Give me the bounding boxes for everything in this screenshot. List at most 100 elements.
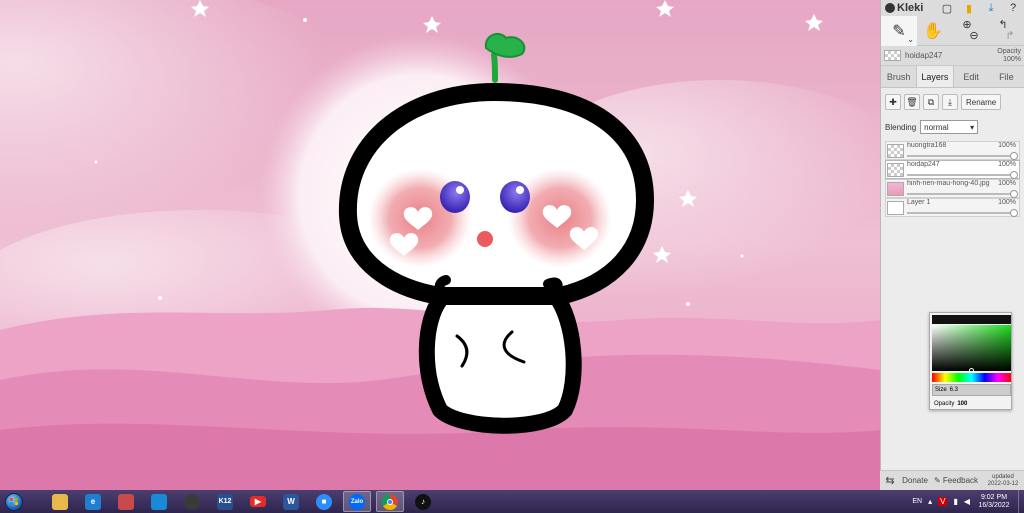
feedback-link[interactable]: ✎ Feedback: [930, 476, 982, 485]
current-layer-info: hoidap247 Opacity 100%: [881, 46, 1024, 66]
merge-layer-button[interactable]: ⤓: [942, 94, 958, 110]
file-icon[interactable]: ▮: [962, 2, 976, 15]
primary-color-swatch[interactable]: [932, 315, 1011, 324]
current-layer-name: hoidap247: [905, 51, 943, 60]
zoom-out-icon[interactable]: ⊖: [969, 30, 978, 42]
duplicate-icon: ⧉: [927, 96, 935, 107]
taskbar-app-file-explorer[interactable]: [46, 491, 74, 512]
taskbar-app-windows-store[interactable]: [145, 491, 173, 512]
layer-row[interactable]: hinh-nen-mau-hong-40.jpg 100%: [885, 179, 1020, 198]
updated-label: updated: [992, 473, 1014, 480]
layer-opacity-slider[interactable]: [907, 174, 1015, 176]
internet-explorer-icon: e: [85, 493, 101, 510]
brush-size-slider[interactable]: Size 6.3: [932, 384, 1011, 396]
chevron-down-icon[interactable]: ⌄: [907, 35, 914, 44]
youtube-icon: ▶: [250, 496, 266, 507]
tiktok-icon: ♪: [415, 493, 431, 510]
slider-knob[interactable]: [1010, 190, 1018, 198]
taskbar-app-zoom[interactable]: ■: [310, 491, 338, 512]
tab-brush[interactable]: Brush: [881, 66, 916, 87]
blending-value: normal: [924, 122, 949, 132]
panel-tabs: Brush Layers Edit File: [881, 66, 1024, 88]
start-button[interactable]: [2, 490, 26, 513]
tab-file[interactable]: File: [989, 66, 1024, 87]
volume-icon[interactable]: ◀: [964, 497, 970, 506]
hue-slider[interactable]: [932, 373, 1011, 382]
layer-opacity: 100%: [998, 161, 1016, 168]
tab-edit[interactable]: Edit: [954, 66, 989, 87]
zalo-icon: Zalo: [349, 493, 365, 510]
brush-opacity-value: 100: [957, 401, 968, 407]
sprout-stem: [491, 52, 498, 83]
taskbar-app-word[interactable]: W: [277, 491, 305, 512]
layer-opacity-slider[interactable]: [907, 212, 1015, 214]
taskbar-app-zalo[interactable]: Zalo: [343, 491, 371, 512]
layer-row[interactable]: huongtra168 100%: [885, 141, 1020, 160]
slider-knob[interactable]: [1010, 152, 1018, 160]
layers-panel: ✚ 🗑 ⧉ ⤓ Rename Blending normal ▾ huongtr…: [881, 88, 1024, 496]
taskbar-app-internet-explorer[interactable]: e: [79, 491, 107, 512]
brush-opacity-slider[interactable]: Opacity 100: [932, 399, 1011, 409]
undo-redo-controls: ↰ ↱: [985, 16, 1021, 46]
opacity-label: Opacity: [997, 47, 1021, 55]
duplicate-layer-button[interactable]: ⧉: [923, 94, 939, 110]
chevron-up-icon[interactable]: ▴: [928, 497, 932, 506]
edit-icon: ✎: [933, 476, 941, 485]
layer-opacity: 100%: [998, 142, 1016, 149]
saturation-value-picker[interactable]: [932, 325, 1011, 371]
redo-icon[interactable]: ↱: [1005, 30, 1014, 42]
sidebar: Kleki ▢ ▮ ⤓ ? ✎ ⌄ ✋ ⊕ ⊖ ↰ ↱ hoidap247 Op…: [880, 0, 1024, 496]
taskbar-app-youtube[interactable]: ▶: [244, 491, 272, 512]
clock-time: 9:02 PM: [980, 493, 1008, 501]
slider-knob[interactable]: [1010, 171, 1018, 179]
clock-date: 16/3/2022: [978, 501, 1010, 509]
layer-row-selected[interactable]: hoidap247 100%: [885, 160, 1020, 179]
square-icon[interactable]: ▢: [940, 2, 954, 15]
hand-icon: ✋: [923, 22, 943, 40]
taskbar-app-chrome[interactable]: [376, 491, 404, 512]
help-icon[interactable]: ?: [1006, 2, 1020, 15]
blending-select[interactable]: normal ▾: [920, 120, 979, 134]
layer-opacity-slider[interactable]: [907, 155, 1015, 157]
network-icon[interactable]: ▮: [953, 497, 957, 506]
clock[interactable]: 9:02 PM 16/3/2022: [976, 494, 1012, 510]
antivirus-icon[interactable]: V: [938, 497, 948, 506]
drawing-canvas[interactable]: [0, 0, 880, 490]
eye-right: [500, 181, 530, 213]
swap-side-icon[interactable]: ⇆: [880, 474, 900, 487]
character-body: [418, 290, 582, 434]
zoom-in-icon[interactable]: ⊕: [962, 19, 971, 31]
windows-logo-icon: [5, 492, 23, 511]
delete-layer-button[interactable]: 🗑: [904, 94, 920, 110]
size-value: 6.3: [949, 387, 959, 393]
zoom-icon: ■: [316, 493, 332, 510]
layer-opacity: 100%: [998, 180, 1016, 187]
slider-knob[interactable]: [1010, 209, 1018, 217]
show-desktop-button[interactable]: [1018, 490, 1024, 513]
hand-tool-button[interactable]: ✋: [917, 16, 949, 46]
updated-date: 2022-03-12: [987, 480, 1019, 487]
taskbar-app-calendar[interactable]: [112, 491, 140, 512]
download-icon[interactable]: ⤓: [984, 2, 998, 15]
layer-name: hoidap247: [907, 161, 940, 168]
taskbar-app-k12[interactable]: K12: [211, 491, 239, 512]
tab-layers[interactable]: Layers: [916, 66, 954, 87]
layer-row[interactable]: Layer 1 100%: [885, 198, 1020, 217]
layer-thumbnail: [887, 181, 904, 196]
undo-icon[interactable]: ↰: [998, 19, 1007, 31]
rename-layer-button[interactable]: Rename: [961, 94, 1002, 110]
sidebar-footer: ⇆ Donate ✎ Feedback updated 2022-03-12: [880, 470, 1024, 490]
taskbar-app-tiktok[interactable]: ♪: [409, 491, 437, 512]
blending-label: Blending: [885, 122, 917, 132]
layer-name: huongtra168: [907, 142, 947, 149]
add-layer-button[interactable]: ✚: [885, 94, 901, 110]
canvas-artwork: [0, 0, 880, 490]
brush-tool-button[interactable]: ✎ ⌄: [881, 15, 917, 46]
taskbar-app-globe[interactable]: [178, 491, 206, 512]
plus-icon: ✚: [889, 96, 897, 107]
donate-link[interactable]: Donate: [900, 476, 930, 485]
language-indicator[interactable]: EN: [912, 498, 922, 505]
current-layer-opacity[interactable]: Opacity 100%: [997, 48, 1021, 64]
layer-opacity-slider[interactable]: [907, 193, 1015, 195]
layer-name: Layer 1: [907, 199, 931, 206]
